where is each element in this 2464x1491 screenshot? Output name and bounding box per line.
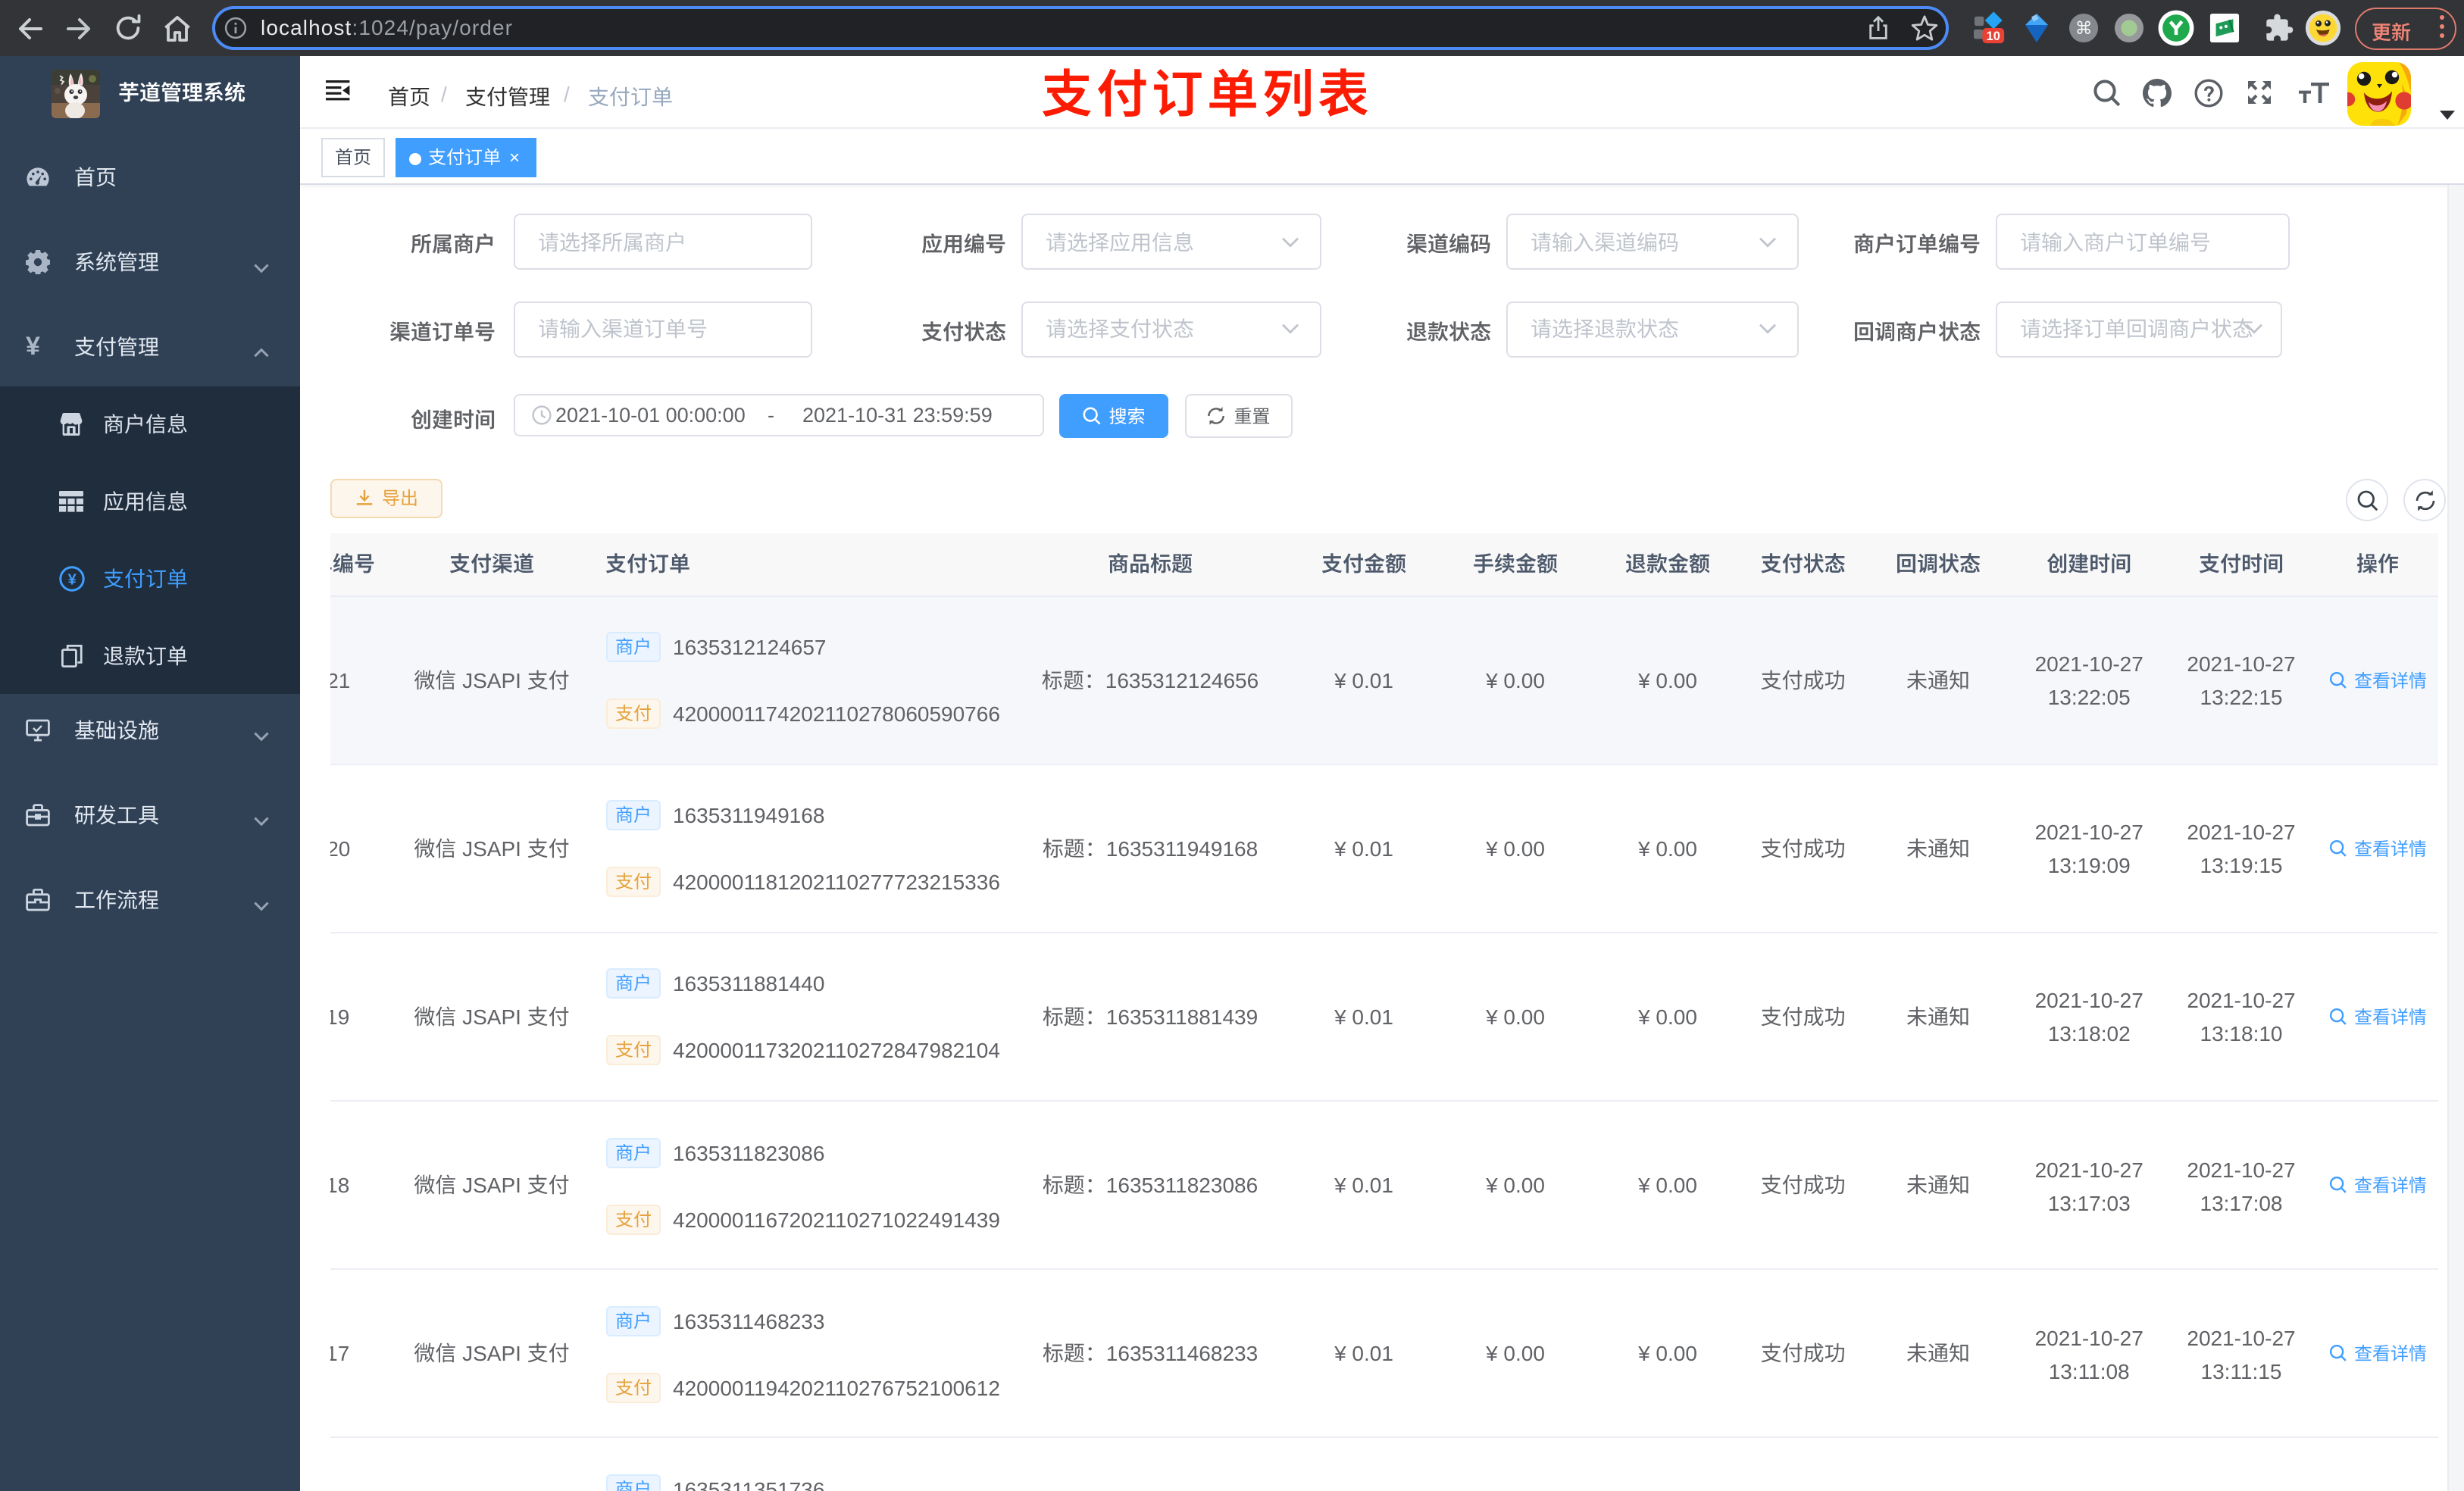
svg-text:10: 10 bbox=[1987, 30, 2000, 43]
svg-text:¥: ¥ bbox=[68, 571, 77, 588]
svg-text:⌘: ⌘ bbox=[2075, 18, 2093, 38]
